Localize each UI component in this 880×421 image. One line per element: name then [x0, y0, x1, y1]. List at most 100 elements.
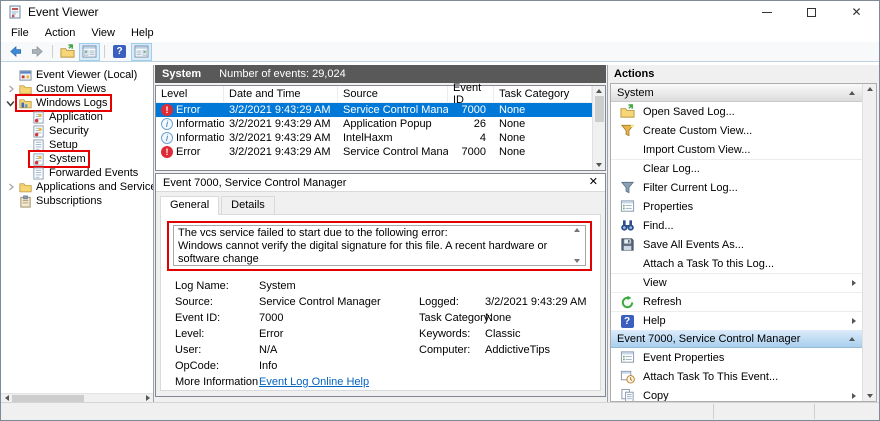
detail-field-row: OpCode: Info	[175, 358, 590, 374]
event-row-information-4[interactable]: iInformation 3/2/2021 9:43:29 AM IntelHa…	[156, 131, 592, 145]
expander-icon[interactable]	[4, 183, 17, 191]
log-icon	[32, 153, 45, 166]
close-detail-button[interactable]: ✕	[589, 177, 598, 188]
show-action-pane-icon[interactable]	[131, 43, 152, 61]
event-list-body: !Error 3/2/2021 9:43:29 AM Service Contr…	[156, 103, 605, 159]
tree-item-setup[interactable]: Setup	[1, 138, 153, 152]
folder-logs-icon	[19, 97, 32, 110]
action-attach-task-to-this-event[interactable]: Attach Task To This Event...	[611, 367, 862, 386]
action-properties[interactable]: Properties	[611, 197, 862, 216]
column-header-task-category[interactable]: Task Category	[494, 86, 592, 102]
event-list: Level Date and Time Source Event ID Task…	[155, 85, 606, 171]
subscriptions-icon	[19, 195, 32, 208]
log-plain-icon	[32, 167, 45, 180]
actions-scrollbar[interactable]	[862, 84, 876, 401]
tree-item-forwarded-events[interactable]: Forwarded Events	[1, 166, 153, 180]
window-title: Event Viewer	[28, 5, 98, 19]
back-icon[interactable]	[5, 43, 26, 61]
event-description-line: The vcs service failed to start due to t…	[178, 227, 567, 240]
column-header-date-and-time[interactable]: Date and Time	[224, 86, 338, 102]
detail-tabs: General Details	[156, 192, 605, 214]
detail-field-row: More Information: Event Log Online Help	[175, 374, 590, 390]
menu-item-action[interactable]: Action	[37, 25, 84, 41]
tree-item-content: System	[30, 152, 88, 166]
tree-item-system[interactable]: System	[1, 152, 153, 166]
actions-section-event-7000-service-control-manager[interactable]: Event 7000, Service Control Manager	[611, 330, 862, 348]
close-button[interactable]: ✕	[834, 1, 879, 23]
action-open-saved-log[interactable]: Open Saved Log...	[611, 102, 862, 121]
tab-details[interactable]: Details	[221, 196, 275, 214]
column-header-source[interactable]: Source	[338, 86, 448, 102]
action-clear-log[interactable]: Clear Log...	[611, 159, 862, 178]
action-save-all-events-as[interactable]: Save All Events As...	[611, 235, 862, 254]
action-help[interactable]: ? Help	[611, 311, 862, 330]
tree-item-applications-and-services-lo[interactable]: Applications and Services Lo	[1, 180, 153, 194]
scroll-down-icon[interactable]	[596, 163, 602, 167]
scroll-up-icon[interactable]	[867, 87, 873, 91]
column-header-event-id[interactable]: Event ID	[448, 86, 494, 102]
refresh-icon	[619, 294, 635, 310]
action-create-custom-view[interactable]: Create Custom View...	[611, 121, 862, 140]
save-icon	[619, 237, 635, 253]
detail-field-row: User: N/A Computer: AddictiveTips	[175, 342, 590, 358]
scrollbar-thumb[interactable]	[595, 96, 604, 122]
menu-item-view[interactable]: View	[83, 25, 123, 41]
action-event-properties[interactable]: Event Properties	[611, 348, 862, 367]
expander-icon[interactable]	[4, 99, 17, 108]
action-copy[interactable]: Copy	[611, 386, 862, 401]
forward-icon[interactable]	[27, 43, 48, 61]
log-plain-icon	[32, 139, 45, 152]
main-area: Event Viewer (Local) Custom Views Window…	[1, 65, 879, 402]
attach-task-icon	[619, 369, 635, 385]
event-detail-header: Event 7000, Service Control Manager ✕	[156, 174, 605, 192]
menu-item-file[interactable]: File	[3, 25, 37, 41]
scroll-down-icon[interactable]	[867, 394, 873, 398]
scrollbar-thumb[interactable]	[12, 395, 84, 402]
event-row-information-26[interactable]: iInformation 3/2/2021 9:43:29 AM Applica…	[156, 117, 592, 131]
detail-field-row: Log Name: System	[175, 278, 590, 294]
tree-item-subscriptions[interactable]: Subscriptions	[1, 194, 153, 208]
action-refresh[interactable]: Refresh	[611, 292, 862, 311]
event-list-scrollbar[interactable]	[592, 86, 605, 170]
actions-panel-title: Actions	[610, 65, 877, 83]
action-filter-current-log[interactable]: Filter Current Log...	[611, 178, 862, 197]
info-icon: i	[161, 118, 173, 130]
tree-horizontal-scrollbar[interactable]	[1, 393, 153, 402]
collapse-icon[interactable]	[849, 337, 855, 341]
action-view[interactable]: View	[611, 273, 862, 292]
scroll-up-icon[interactable]	[596, 89, 602, 93]
status-bar	[1, 402, 879, 420]
action-attach-a-task-to-this-log[interactable]: Attach a Task To this Log...	[611, 254, 862, 273]
folder-views-icon	[19, 181, 32, 194]
event-row-error-7000[interactable]: !Error 3/2/2021 9:43:29 AM Service Contr…	[156, 103, 592, 117]
event-viewer-app-icon	[8, 5, 22, 19]
log-view-panel: System Number of events: 29,024 Level Da…	[154, 65, 607, 402]
scroll-up-icon[interactable]	[574, 228, 580, 232]
menu-item-help[interactable]: Help	[123, 25, 162, 41]
maximize-button[interactable]	[789, 1, 834, 23]
actions-section-system[interactable]: System	[611, 84, 862, 102]
collapse-icon[interactable]	[849, 91, 855, 95]
tree-item-content: Security	[30, 124, 91, 138]
tab-general[interactable]: General	[160, 196, 219, 215]
tree-item-event-viewer-local[interactable]: Event Viewer (Local)	[1, 68, 153, 82]
open-saved-log-icon	[619, 104, 635, 120]
minimize-button[interactable]	[744, 1, 789, 23]
help-icon[interactable]: ?	[109, 43, 130, 61]
action-import-custom-view[interactable]: Import Custom View...	[611, 140, 862, 159]
tree-item-windows-logs[interactable]: Windows Logs	[1, 96, 153, 110]
event-log-online-help-link[interactable]: Event Log Online Help	[259, 376, 369, 388]
status-bar-divider	[713, 404, 714, 419]
event-description-box[interactable]: The vcs service failed to start due to t…	[173, 225, 586, 266]
column-header-level[interactable]: Level	[156, 86, 224, 102]
tree-item-application[interactable]: Application	[1, 110, 153, 124]
action-find[interactable]: Find...	[611, 216, 862, 235]
expander-icon[interactable]	[4, 85, 17, 93]
event-row-error-7000[interactable]: !Error 3/2/2021 9:43:29 AM Service Contr…	[156, 145, 592, 159]
open-saved-log-icon[interactable]	[57, 43, 78, 61]
show-console-tree-icon[interactable]	[79, 43, 100, 61]
scroll-down-icon[interactable]	[574, 259, 580, 263]
tree-item-security[interactable]: Security	[1, 124, 153, 138]
tree-item-custom-views[interactable]: Custom Views	[1, 82, 153, 96]
log-title: System	[162, 68, 201, 80]
